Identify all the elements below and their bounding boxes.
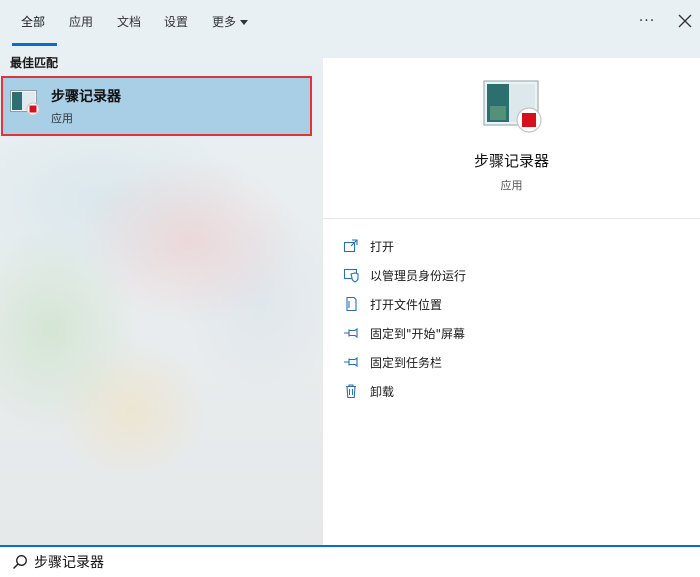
best-match-result[interactable]: 步骤记录器 应用 [1, 76, 312, 136]
action-uninstall[interactable]: 卸载 [343, 380, 683, 402]
tab-more[interactable]: 更多 [212, 0, 249, 46]
action-open-file-location[interactable]: 打开文件位置 [343, 293, 683, 315]
trash-icon [346, 384, 356, 399]
details-pane: 步骤记录器 应用 打开 以管理员身份运行 打开文件位置 固定到"开始"屏幕 固定… [323, 58, 700, 545]
caret-down-icon [240, 20, 249, 25]
file-location-icon [346, 296, 357, 312]
ellipsis-icon[interactable]: ··· [637, 12, 657, 32]
pin-start-icon [344, 327, 358, 339]
action-label: 打开文件位置 [370, 298, 443, 312]
search-icon [12, 555, 27, 570]
result-title: 步骤记录器 [51, 89, 121, 105]
action-open[interactable]: 打开 [343, 235, 683, 257]
steps-recorder-icon [10, 90, 40, 116]
action-label: 打开 [370, 240, 395, 254]
close-icon[interactable] [676, 12, 694, 30]
action-label: 卸载 [370, 385, 395, 399]
tab-all[interactable]: 全部 [21, 0, 45, 46]
tab-settings[interactable]: 设置 [164, 0, 188, 46]
best-match-label: 最佳匹配 [10, 56, 59, 70]
details-type: 应用 [500, 179, 523, 192]
action-label: 固定到任务栏 [370, 356, 443, 370]
result-type: 应用 [51, 112, 73, 125]
pin-taskbar-icon [344, 356, 358, 368]
steps-recorder-large-icon [483, 80, 542, 133]
search-filter-tabs: 全部 应用 文档 设置 更多 ··· [0, 0, 700, 46]
search-input[interactable] [34, 550, 674, 574]
action-pin-to-start[interactable]: 固定到"开始"屏幕 [343, 322, 683, 344]
details-title: 步骤记录器 [473, 152, 549, 170]
details-divider [323, 218, 700, 219]
action-pin-to-taskbar[interactable]: 固定到任务栏 [343, 351, 683, 373]
tab-apps[interactable]: 应用 [69, 0, 93, 46]
active-tab-indicator [12, 43, 57, 46]
search-bar [0, 545, 700, 577]
action-run-as-admin[interactable]: 以管理员身份运行 [343, 264, 683, 286]
run-as-admin-icon [343, 268, 359, 283]
action-label: 固定到"开始"屏幕 [370, 327, 466, 341]
tab-documents[interactable]: 文档 [117, 0, 141, 46]
action-label: 以管理员身份运行 [370, 269, 467, 283]
open-icon [343, 239, 358, 253]
